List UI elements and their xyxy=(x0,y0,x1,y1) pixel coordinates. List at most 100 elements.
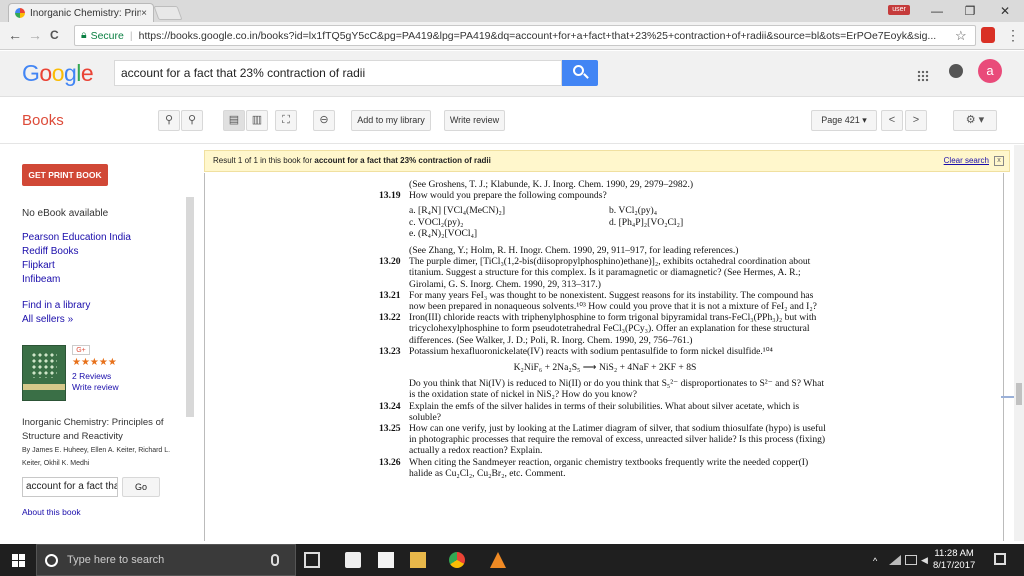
clock-time: 11:28 AM xyxy=(934,548,974,559)
book-title: Structure and Reactivity xyxy=(22,431,123,442)
compound-list: a. [R₄N] [VCl₄(MeCN)₂] b. VCl₂(py)₄ c. V… xyxy=(379,205,831,239)
google-favicon-icon xyxy=(15,8,25,18)
google-search-input[interactable]: account for a fact that 23% contraction … xyxy=(114,60,562,86)
books-toolbar: Books ⚲ ⚲ ▤ ▥ ⛶ ⊖ Add to my library Writ… xyxy=(0,98,1024,144)
book-cover-image[interactable] xyxy=(22,345,66,401)
compound-item xyxy=(609,228,809,239)
compound-item: a. [R₄N] [VCl₄(MeCN)₂] xyxy=(409,205,506,217)
microphone-icon[interactable] xyxy=(271,554,279,566)
zoom-out-icon[interactable]: ⚲ xyxy=(181,110,203,131)
task-view-icon[interactable] xyxy=(304,552,320,568)
problem-13-22: 13.22 Iron(III) chloride reacts with trip… xyxy=(379,312,817,346)
seller-link[interactable]: Infibeam xyxy=(22,274,60,285)
apps-grid-icon[interactable] xyxy=(917,70,929,82)
reload-icon[interactable]: C xyxy=(50,28,59,42)
link-icon[interactable]: ⊖ xyxy=(313,110,335,131)
logo-letter: e xyxy=(80,60,94,86)
fullscreen-icon[interactable]: ⛶ xyxy=(275,110,297,131)
problem-13-20: 13.20 The purple dimer, [TiCl₃(1,2-bis(di… xyxy=(379,256,811,290)
seller-link[interactable]: Pearson Education India xyxy=(22,232,131,243)
clock-date: 8/17/2017 xyxy=(933,560,976,571)
tray-chevron-icon[interactable]: ^ xyxy=(873,556,883,566)
add-to-library-button[interactable]: Add to my library xyxy=(351,110,431,131)
separator: | xyxy=(129,29,133,42)
compound-item: e. (R₄N)₂[VOCl₄] xyxy=(409,227,478,239)
problem-13-26: 13.26 When citing the Sandmeyer reaction,… xyxy=(379,456,809,479)
compound-item: b. VCl₂(py)₄ xyxy=(609,205,658,217)
get-print-book-button[interactable]: GET PRINT BOOK xyxy=(22,164,108,186)
reference: (See Groshens, T. J.; Klabunde, K. J. In… xyxy=(409,179,694,190)
bookmark-star-icon[interactable]: ☆ xyxy=(955,28,967,44)
url-text: https://books.google.co.in/books?id=lx1f… xyxy=(138,29,937,42)
write-review-button[interactable]: Write review xyxy=(444,110,505,131)
scrollbar-thumb[interactable] xyxy=(1016,383,1022,405)
chrome-icon[interactable] xyxy=(449,552,465,568)
volume-icon[interactable]: ◀ xyxy=(921,555,931,565)
all-sellers-link[interactable]: All sellers » xyxy=(22,314,73,325)
edge-browser-icon[interactable] xyxy=(345,552,361,568)
cortana-icon xyxy=(45,554,58,567)
problem-13-25: 13.25 How can one verify, just by looking… xyxy=(379,423,826,457)
rating-stars: ★★★★★ xyxy=(72,357,117,368)
notifications-icon[interactable] xyxy=(949,64,963,78)
clear-search-link[interactable]: Clear search xyxy=(944,156,989,165)
avatar[interactable]: a xyxy=(978,59,1002,83)
extension-icon[interactable] xyxy=(981,27,995,43)
browser-menu-icon[interactable]: ⋮ xyxy=(1006,27,1020,44)
tab-close-icon[interactable]: × xyxy=(141,8,147,19)
problem-13-23-continued: Do you think that Ni(IV) is reduced to N… xyxy=(409,378,824,401)
forward-icon[interactable]: → xyxy=(28,27,42,43)
books-label[interactable]: Books xyxy=(22,112,64,129)
clear-search-close-icon[interactable]: x xyxy=(994,156,1004,166)
system-clock[interactable]: 11:28 AM 8/17/2017 xyxy=(933,548,975,572)
previous-page-button[interactable]: < xyxy=(881,110,903,131)
search-result-bar: Result 1 of 1 in this book for account f… xyxy=(204,150,1010,172)
file-explorer-icon[interactable] xyxy=(410,552,426,568)
go-button[interactable]: Go xyxy=(122,477,160,497)
seller-link[interactable]: Flipkart xyxy=(22,260,55,271)
page-select[interactable]: Page 421 ▾ xyxy=(811,110,877,131)
wifi-icon[interactable] xyxy=(889,555,901,565)
problem-13-23: 13.23 Potassium hexafluoronickelate(IV) r… xyxy=(379,345,773,357)
store-icon[interactable] xyxy=(378,552,394,568)
about-book-link[interactable]: About this book xyxy=(22,507,81,517)
windows-start-icon[interactable] xyxy=(12,554,25,567)
seller-link[interactable]: Rediff Books xyxy=(22,246,79,257)
result-prefix: Result 1 of 1 in this book for xyxy=(213,156,315,165)
browser-tab[interactable]: Inorganic Chemistry: Prin × xyxy=(8,3,154,22)
reviews-link[interactable]: 2 Reviews xyxy=(72,371,111,381)
browser-toolbar: ← → C 🔒︎ Secure | https://books.google.c… xyxy=(0,22,1024,50)
search-in-book-input[interactable]: account for a fact tha xyxy=(22,477,118,497)
book-authors: Keiter, Okhil K. Medhi xyxy=(22,460,90,467)
vlc-icon[interactable] xyxy=(490,552,506,568)
zoom-in-icon[interactable]: ⚲ xyxy=(158,110,180,131)
minimize-button[interactable]: — xyxy=(922,2,952,20)
page-scrollbar[interactable] xyxy=(1014,145,1024,541)
page-text: (See Groshens, T. J.; Klabunde, K. J. In… xyxy=(379,179,831,479)
gplus-button[interactable]: G+ xyxy=(72,345,90,355)
next-page-button[interactable]: > xyxy=(905,110,927,131)
logo-letter: o xyxy=(51,60,65,86)
no-ebook-label: No eBook available xyxy=(22,208,109,219)
book-page[interactable]: (See Groshens, T. J.; Klabunde, K. J. In… xyxy=(204,173,1004,541)
settings-gear-icon[interactable]: ⚙ ▾ xyxy=(953,110,997,131)
google-search-button[interactable] xyxy=(562,60,598,86)
find-in-library-link[interactable]: Find in a library xyxy=(22,300,90,311)
new-tab-button[interactable] xyxy=(153,6,183,20)
book-sidebar: GET PRINT BOOK No eBook available Pearso… xyxy=(0,145,198,541)
single-page-view-icon[interactable]: ▤ xyxy=(223,110,245,131)
google-logo[interactable]: Google xyxy=(22,60,94,87)
back-icon[interactable]: ← xyxy=(8,27,22,43)
two-page-view-icon[interactable]: ▥ xyxy=(246,110,268,131)
write-review-link[interactable]: Write review xyxy=(72,382,119,392)
user-profile-badge[interactable]: user xyxy=(888,5,910,15)
address-bar[interactable]: 🔒︎ Secure | https://books.google.co.in/b… xyxy=(74,25,976,46)
close-window-button[interactable]: ✕ xyxy=(990,2,1020,20)
lock-icon: 🔒︎ xyxy=(81,29,87,41)
battery-icon[interactable] xyxy=(905,555,917,565)
compound-item: d. [Ph₄P]₂[VO₂Cl₂] xyxy=(609,216,684,228)
taskbar-search-box[interactable]: Type here to search xyxy=(36,544,296,576)
restore-button[interactable]: ❐ xyxy=(955,2,985,20)
action-center-icon[interactable] xyxy=(994,553,1006,565)
logo-letter: G xyxy=(22,60,40,86)
